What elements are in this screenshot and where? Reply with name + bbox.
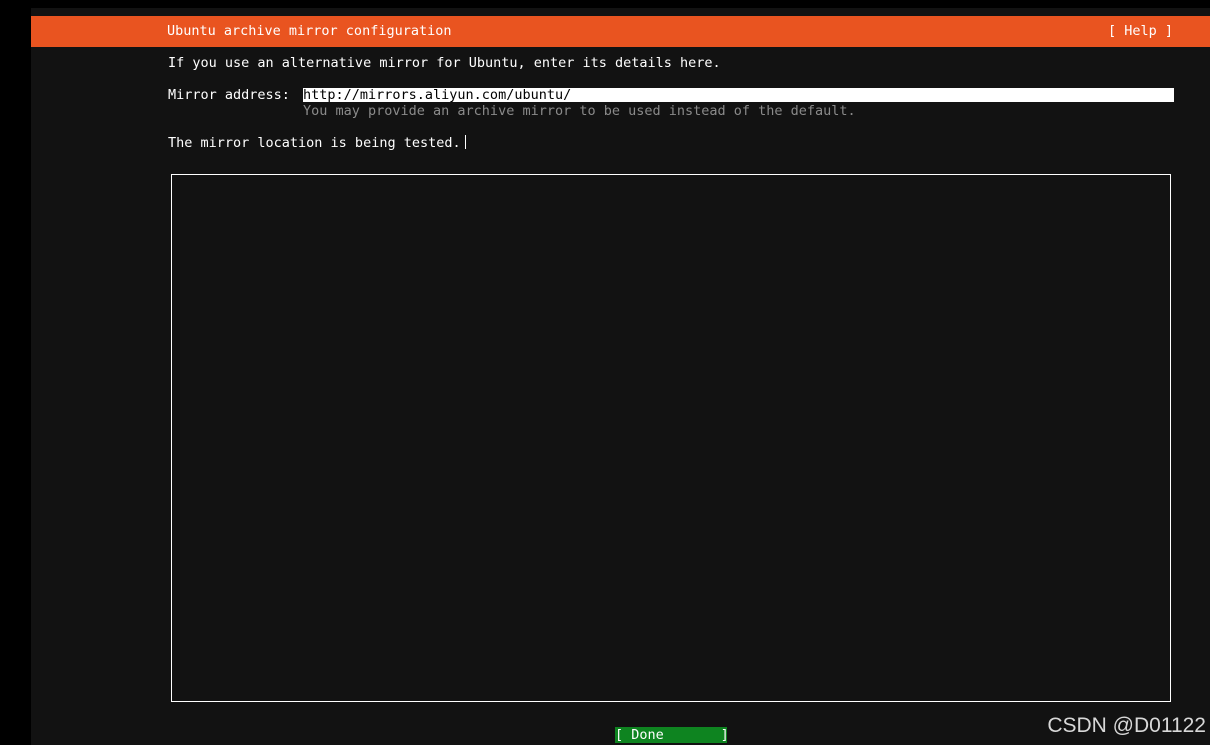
mirror-address-label: Mirror address:	[168, 87, 290, 103]
intro-text: If you use an alternative mirror for Ubu…	[168, 55, 721, 71]
installer-screen: Ubuntu archive mirror configuration [ He…	[31, 8, 1210, 745]
mirror-address-input[interactable]	[303, 88, 1174, 102]
text-cursor	[464, 135, 466, 149]
done-button[interactable]: [ Done ]	[615, 727, 729, 743]
status-text: The mirror location is being tested.	[168, 135, 461, 151]
mirror-test-output-box[interactable]	[171, 174, 1171, 702]
help-button[interactable]: [ Help ]	[1108, 23, 1173, 39]
mirror-test-status: The mirror location is being tested.	[168, 135, 466, 151]
watermark: CSDN @D01122	[1047, 714, 1206, 737]
title-bar: Ubuntu archive mirror configuration [ He…	[31, 16, 1210, 47]
page-title: Ubuntu archive mirror configuration	[167, 23, 452, 39]
mirror-address-hint: You may provide an archive mirror to be …	[303, 103, 856, 119]
